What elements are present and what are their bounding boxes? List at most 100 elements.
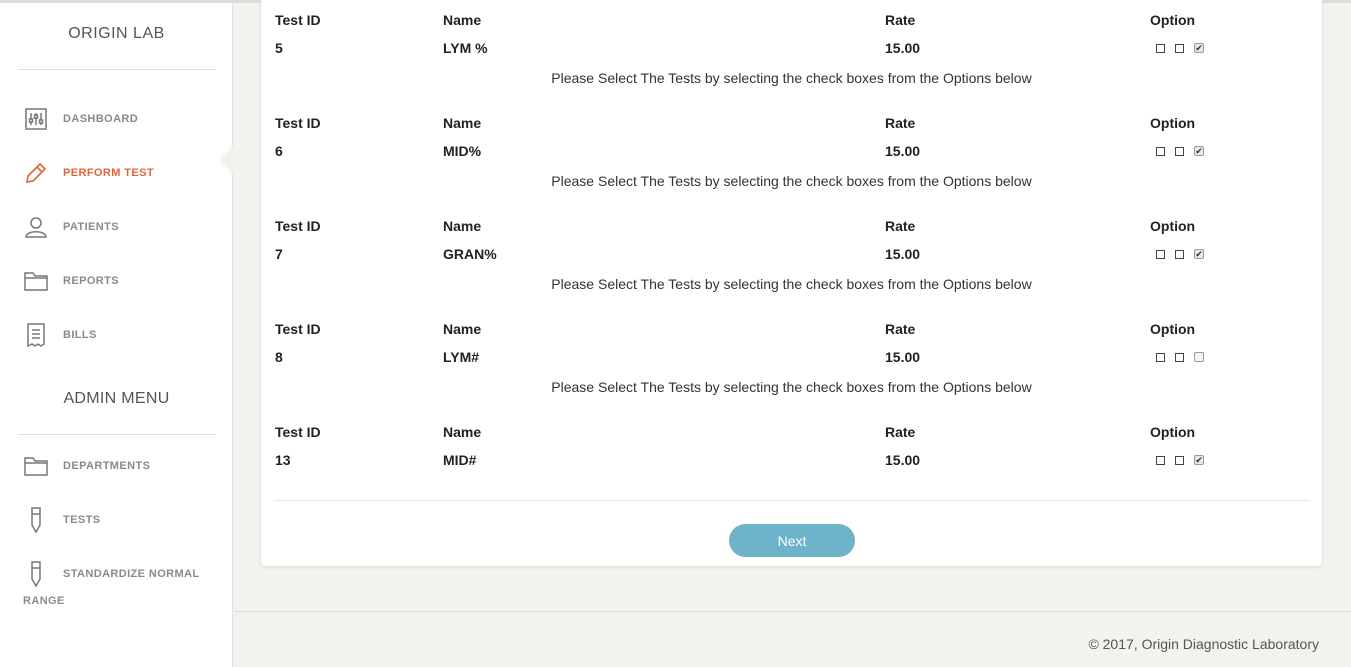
header-rate: Rate — [885, 218, 916, 234]
sidebar-item-label: DASHBOARD — [63, 113, 139, 125]
test-checkbox[interactable]: ✔ — [1194, 455, 1204, 465]
option-box[interactable] — [1175, 455, 1184, 465]
sidebar-item-bills[interactable]: BILLS — [0, 315, 233, 355]
sidebar-item-label: DEPARTMENTS — [63, 460, 151, 472]
header-test-id: Test ID — [275, 115, 321, 131]
test-block: Test ID Name Rate Option 8 LYM# 15.00 Pl… — [261, 321, 1322, 424]
footer-copyright: © 2017, Origin Diagnostic Laboratory — [1088, 636, 1319, 652]
option-controls: ✔ — [1156, 43, 1204, 53]
header-test-id: Test ID — [275, 12, 321, 28]
sidebar-item-perform-test[interactable]: PERFORM TEST — [0, 153, 233, 193]
test-name: LYM# — [443, 349, 480, 365]
test-id: 7 — [275, 246, 283, 262]
test-name: MID% — [443, 143, 482, 159]
sidebar-item-label: STANDARDIZE NORMAL — [63, 568, 200, 580]
option-box[interactable] — [1156, 43, 1165, 53]
sidebar-item-label: PERFORM TEST — [63, 167, 154, 179]
sidebar-item-label: BILLS — [63, 329, 97, 341]
option-box[interactable] — [1175, 249, 1184, 259]
header-option: Option — [1150, 218, 1196, 234]
sidebar-item-label-wrap: RANGE — [23, 595, 65, 607]
option-controls: ✔ — [1156, 249, 1204, 259]
header-name: Name — [443, 424, 482, 440]
test-block: Test ID Name Rate Option 13 MID# 15.00 ✔ — [261, 424, 1322, 527]
test-tube-icon — [22, 506, 50, 534]
header-rate: Rate — [885, 115, 916, 131]
instruction-text: Please Select The Tests by selecting the… — [551, 70, 1032, 86]
option-box[interactable] — [1175, 43, 1184, 53]
next-button[interactable]: Next — [729, 524, 855, 557]
sidebar-item-label: PATIENTS — [63, 221, 119, 233]
header-test-id: Test ID — [275, 218, 321, 234]
test-checkbox[interactable]: ✔ — [1194, 43, 1204, 53]
test-checkbox[interactable]: ✔ — [1194, 146, 1204, 156]
header-option: Option — [1150, 321, 1196, 337]
sidebar: ORIGIN LAB DASHBOARD PERFORM TEST PATIEN… — [0, 3, 233, 667]
card-divider — [274, 500, 1310, 501]
option-controls — [1156, 352, 1204, 362]
option-box[interactable] — [1156, 249, 1165, 259]
sidebar-divider — [18, 69, 216, 70]
footer-divider — [234, 611, 1351, 612]
test-rate: 15.00 — [885, 349, 921, 365]
option-box[interactable] — [1156, 146, 1165, 156]
test-block: Test ID Name Rate Option 6 MID% 15.00 ✔ … — [261, 115, 1322, 218]
test-rate: 15.00 — [885, 246, 921, 262]
header-name: Name — [443, 321, 482, 337]
header-option: Option — [1150, 424, 1196, 440]
test-rate: 15.00 — [885, 452, 921, 468]
test-id: 6 — [275, 143, 283, 159]
sidebar-item-tests[interactable]: TESTS — [0, 500, 233, 540]
instruction-text: Please Select The Tests by selecting the… — [551, 173, 1032, 189]
instruction-text: Please Select The Tests by selecting the… — [551, 276, 1032, 292]
test-rate: 15.00 — [885, 40, 921, 56]
folder-icon — [22, 452, 50, 480]
header-name: Name — [443, 12, 482, 28]
sidebar-item-label: TESTS — [63, 514, 101, 526]
test-name: MID# — [443, 452, 477, 468]
test-checkbox[interactable]: ✔ — [1194, 249, 1204, 259]
option-box[interactable] — [1175, 146, 1184, 156]
test-rate: 15.00 — [885, 143, 921, 159]
sidebar-item-departments[interactable]: DEPARTMENTS — [0, 446, 233, 486]
option-box[interactable] — [1156, 455, 1165, 465]
test-checkbox[interactable] — [1194, 352, 1204, 362]
sidebar-item-patients[interactable]: PATIENTS — [0, 207, 233, 247]
active-indicator — [219, 145, 234, 175]
folder-icon — [22, 267, 50, 295]
header-name: Name — [443, 218, 482, 234]
sidebar-item-reports[interactable]: REPORTS — [0, 261, 233, 301]
sidebar-item-dashboard[interactable]: DASHBOARD — [0, 99, 233, 139]
pencil-icon — [22, 159, 50, 187]
header-option: Option — [1150, 115, 1196, 131]
instruction-text: Please Select The Tests by selecting the… — [551, 379, 1032, 395]
header-rate: Rate — [885, 321, 916, 337]
option-controls: ✔ — [1156, 146, 1204, 156]
test-id: 8 — [275, 349, 283, 365]
user-icon — [22, 213, 50, 241]
header-test-id: Test ID — [275, 424, 321, 440]
test-id: 13 — [275, 452, 291, 468]
header-name: Name — [443, 115, 482, 131]
test-name: LYM % — [443, 40, 488, 56]
sidebar-item-label: REPORTS — [63, 275, 119, 287]
header-rate: Rate — [885, 424, 916, 440]
brand-title: ORIGIN LAB — [68, 25, 165, 42]
header-option: Option — [1150, 12, 1196, 28]
header-test-id: Test ID — [275, 321, 321, 337]
header-rate: Rate — [885, 12, 916, 28]
sidebar-item-standardize-normal-range[interactable]: STANDARDIZE NORMAL — [0, 554, 233, 594]
option-box[interactable] — [1156, 352, 1165, 362]
test-block: Test ID Name Rate Option 7 GRAN% 15.00 ✔… — [261, 218, 1322, 321]
sliders-icon — [22, 105, 50, 133]
option-controls: ✔ — [1156, 455, 1204, 465]
test-id: 5 — [275, 40, 283, 56]
admin-menu-title: ADMIN MENU — [63, 390, 170, 407]
test-tube-icon — [22, 560, 50, 588]
option-box[interactable] — [1175, 352, 1184, 362]
admin-divider — [18, 434, 216, 435]
test-selection-card: Test ID Name Rate Option 5 LYM % 15.00 ✔… — [261, 0, 1322, 566]
test-name: GRAN% — [443, 246, 497, 262]
test-block: Test ID Name Rate Option 5 LYM % 15.00 ✔… — [261, 12, 1322, 115]
receipt-icon — [22, 321, 50, 349]
